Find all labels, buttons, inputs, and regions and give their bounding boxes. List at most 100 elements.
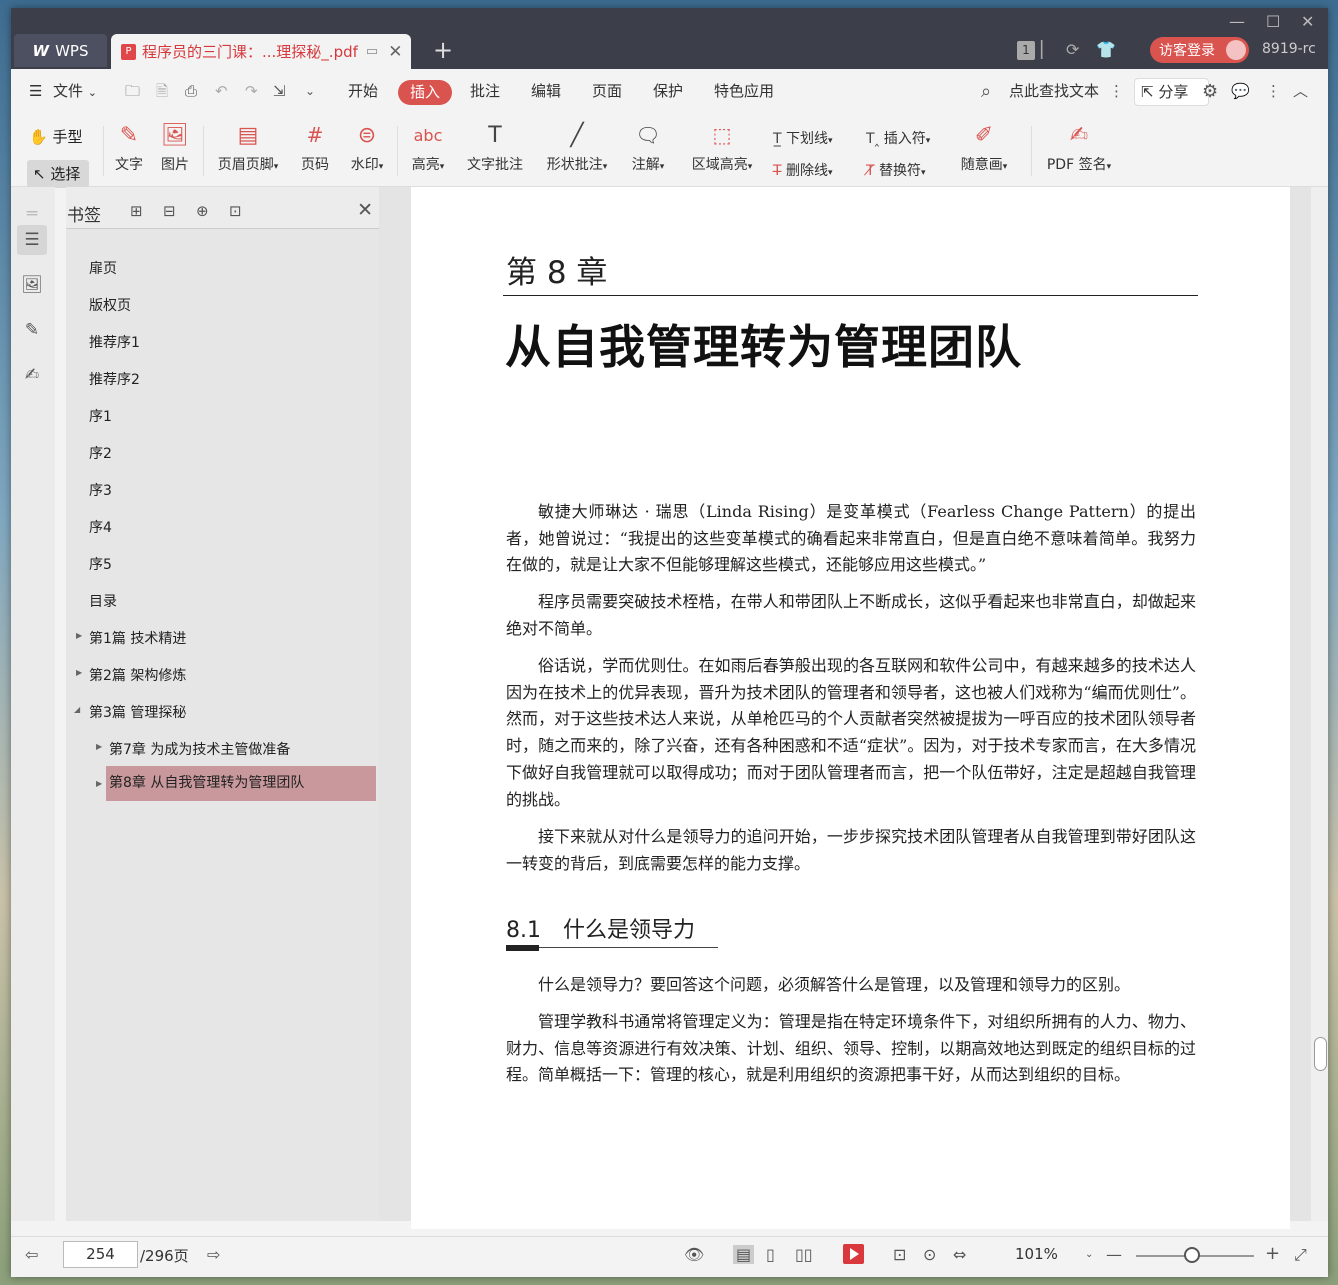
menu-edit[interactable]: 编辑: [531, 69, 561, 114]
expand-arrow-icon[interactable]: ▶: [96, 742, 102, 751]
collapse-arrow-icon[interactable]: ◢: [74, 705, 80, 714]
strikethrough-button[interactable]: T̶ 删除线▾: [773, 160, 833, 180]
shape-comment-button[interactable]: ╱ 形状批注▾: [541, 118, 613, 174]
more-dropdown-icon[interactable]: ⌄: [305, 69, 315, 114]
menu-page[interactable]: 页面: [592, 69, 622, 114]
menu-insert[interactable]: 插入: [398, 80, 452, 105]
hand-tool-button[interactable]: ✋ 手型: [29, 126, 82, 147]
export-icon[interactable]: ⇲: [273, 69, 286, 114]
bookmark-item[interactable]: 序2: [89, 443, 112, 463]
wps-home-tab[interactable]: W WPS: [14, 34, 107, 67]
document-view[interactable]: 第 8 章 从自我管理转为管理团队 敏捷大师琳达 · 瑞思（Linda Risi…: [379, 187, 1322, 1229]
maximize-icon[interactable]: ☐: [1266, 12, 1280, 31]
bookmark-item[interactable]: 第2篇 架构修炼: [89, 665, 186, 685]
expand-arrow-icon[interactable]: ▶: [76, 668, 82, 677]
page-number-button[interactable]: # 页码: [297, 118, 333, 174]
skin-icon[interactable]: 👕: [1096, 40, 1116, 59]
zoom-level[interactable]: 101%: [1015, 1245, 1058, 1263]
menu-comment[interactable]: 批注: [470, 69, 500, 114]
fullscreen-icon[interactable]: ⤢: [1294, 1245, 1307, 1265]
sidebar-toggle-icon[interactable]: ▏: [1041, 40, 1053, 59]
settings-gear-icon[interactable]: ⚙: [1202, 69, 1218, 114]
menu-protect[interactable]: 保护: [653, 69, 683, 114]
bookmark-subitem[interactable]: 第7章 为成为技术主管做准备: [109, 739, 290, 759]
print-icon[interactable]: ⎙: [185, 69, 197, 114]
document-tab[interactable]: P 程序员的三门课：...理探秘_.pdf ▭ ✕: [111, 34, 411, 69]
minimize-icon[interactable]: —: [1229, 12, 1245, 31]
save-icon[interactable]: 🗎: [156, 69, 168, 114]
comment-bubble-icon[interactable]: 💬: [1231, 69, 1250, 114]
menu-start[interactable]: 开始: [348, 69, 378, 114]
hamburger-menu-icon[interactable]: ☰: [29, 69, 42, 114]
bookmark-item[interactable]: 推荐序2: [89, 369, 140, 389]
collapse-ribbon-icon[interactable]: ︿: [1293, 69, 1308, 114]
zoom-in-icon[interactable]: +: [1265, 1243, 1280, 1264]
replace-mark-button[interactable]: T̸ 替换符▾: [866, 160, 926, 180]
bookmark-subitem-selected[interactable]: 第8章 从自我管理转为管理团队: [106, 766, 376, 801]
page-number-input[interactable]: 254: [63, 1241, 138, 1268]
expand-arrow-icon[interactable]: ▶: [96, 779, 102, 788]
zoom-out-icon[interactable]: —: [1106, 1245, 1122, 1264]
search-find-text[interactable]: 点此查找文本: [1009, 69, 1099, 114]
more-options-icon[interactable]: ⋮: [1266, 69, 1281, 114]
bookmark-item[interactable]: 版权页: [89, 295, 131, 315]
close-window-icon[interactable]: ✕: [1301, 12, 1314, 31]
underline-button[interactable]: T̲ 下划线▾: [773, 128, 833, 148]
bookmark-item[interactable]: 推荐序1: [89, 332, 140, 352]
pdf-sign-button[interactable]: ✍ PDF 签名▾: [1041, 118, 1117, 174]
bookmark-item[interactable]: 扉页: [89, 258, 117, 278]
more-vertical-icon[interactable]: ⋮: [1109, 69, 1124, 114]
insert-text-button[interactable]: ✎ 文字: [111, 118, 147, 174]
bookmark-item[interactable]: 序4: [89, 517, 112, 537]
select-tool-button[interactable]: ↖ 选择: [27, 160, 89, 188]
actual-size-icon[interactable]: ⊡: [893, 1245, 906, 1264]
bookmark-item[interactable]: 序5: [89, 554, 112, 574]
close-tab-icon[interactable]: ✕: [388, 42, 402, 62]
fit-width-icon[interactable]: ⇔: [953, 1245, 966, 1264]
insert-mark-button[interactable]: T‸ 插入符▾: [866, 128, 930, 148]
redo-icon[interactable]: ↷: [245, 69, 258, 114]
close-panel-icon[interactable]: ✕: [357, 199, 373, 221]
sync-icon[interactable]: ⟳: [1066, 40, 1079, 59]
vertical-scrollbar[interactable]: [1311, 187, 1328, 1221]
expand-arrow-icon[interactable]: ▶: [76, 631, 82, 640]
new-tab-button[interactable]: +: [433, 36, 453, 64]
bookmark-options-icon[interactable]: ⊡: [229, 202, 242, 220]
bookmark-item[interactable]: 第3篇 管理探秘: [89, 702, 186, 722]
undo-icon[interactable]: ↶: [215, 69, 228, 114]
scrollbar-thumb[interactable]: [1314, 1037, 1327, 1071]
fit-page-icon[interactable]: ⊙: [923, 1245, 936, 1264]
bookmark-item[interactable]: 序3: [89, 480, 112, 500]
single-page-icon[interactable]: ▯: [766, 1245, 775, 1264]
continuous-view-icon[interactable]: ▤: [733, 1245, 755, 1264]
guest-login-button[interactable]: 访客登录: [1150, 37, 1249, 63]
two-page-icon[interactable]: ▯▯: [795, 1245, 813, 1264]
next-page-icon[interactable]: ⇨: [207, 1245, 220, 1264]
signature-panel-icon[interactable]: ✍: [17, 360, 47, 390]
highlight-button[interactable]: abc 高亮▾: [407, 118, 449, 174]
watermark-button[interactable]: ⊜ 水印▾: [345, 118, 389, 174]
play-presentation-icon[interactable]: [843, 1244, 864, 1264]
bookmark-item[interactable]: 目录: [89, 591, 117, 611]
search-icon[interactable]: ⌕: [981, 69, 991, 114]
window-count-badge[interactable]: 1: [1017, 41, 1035, 60]
zoom-dropdown-icon[interactable]: ⌄: [1085, 1249, 1093, 1260]
expand-all-icon[interactable]: ⊞: [130, 202, 143, 220]
insert-image-button[interactable]: 🖼 图片: [157, 118, 193, 174]
share-button[interactable]: ⇱ 分享: [1134, 78, 1209, 106]
bookmark-list-icon[interactable]: ☰: [17, 225, 47, 255]
prev-page-icon[interactable]: ⇦: [25, 1245, 38, 1264]
monitor-icon[interactable]: ▭: [366, 44, 378, 59]
open-folder-icon[interactable]: 🗀: [125, 69, 140, 114]
header-footer-button[interactable]: ▤ 页眉页脚▾: [211, 118, 285, 174]
area-highlight-button[interactable]: ⬚ 区域高亮▾: [685, 118, 759, 174]
add-bookmark-icon[interactable]: ⊕: [196, 202, 209, 220]
file-menu[interactable]: 文件 ⌄: [53, 69, 97, 114]
eye-protection-icon[interactable]: 👁: [684, 1245, 704, 1264]
collapse-all-icon[interactable]: ⊟: [163, 202, 176, 220]
thumbnail-icon[interactable]: 🖼: [17, 270, 47, 300]
zoom-slider-knob[interactable]: [1184, 1247, 1200, 1263]
text-comment-button[interactable]: T 文字批注: [464, 118, 526, 174]
freehand-button[interactable]: ✐ 随意画▾: [955, 118, 1013, 174]
bookmark-item[interactable]: 序1: [89, 406, 112, 426]
